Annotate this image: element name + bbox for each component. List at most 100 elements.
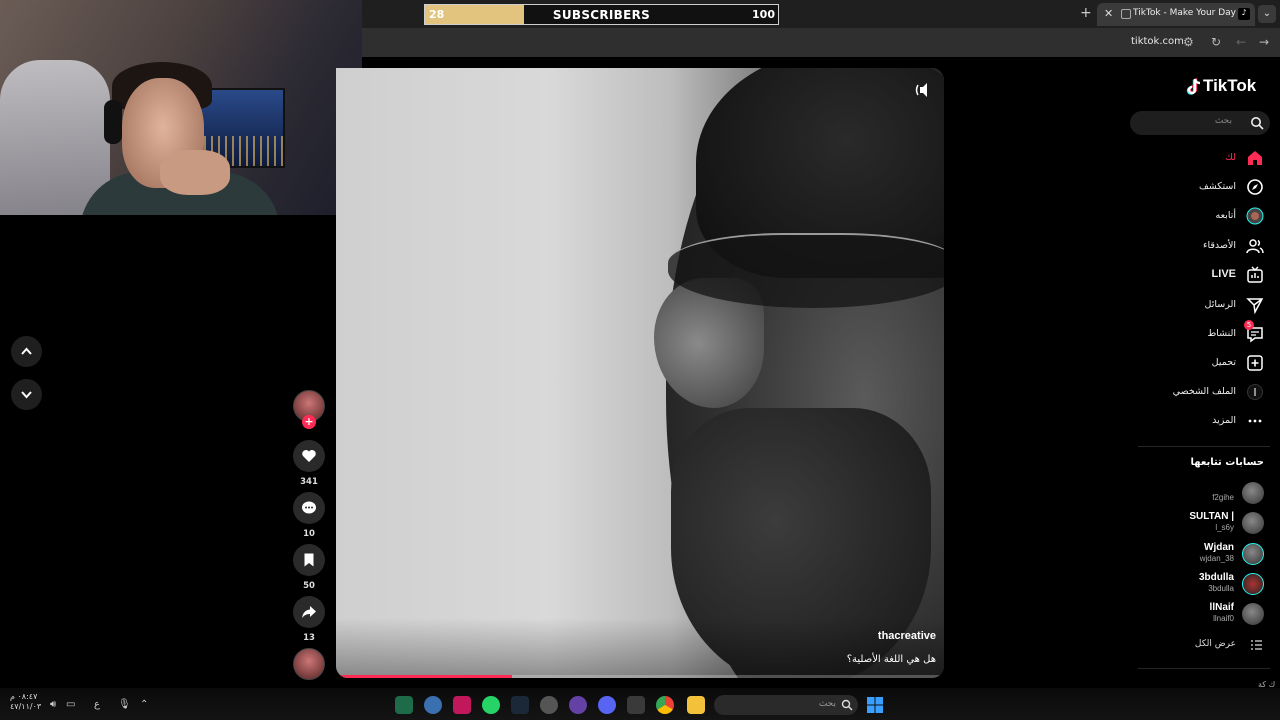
sidebar-item-more[interactable]: المزيد [1114,411,1264,433]
headset [104,100,122,144]
comment-action[interactable]: 10 [293,492,325,539]
reload-icon[interactable]: ↻ [1211,35,1221,49]
follow-button[interactable]: + [302,415,316,429]
profile-icon [1247,384,1263,400]
discord-icon[interactable] [598,696,616,714]
subscriber-goal-target: 100 [752,8,775,21]
microphone-icon[interactable]: 🎙︎ [118,699,131,710]
search-input[interactable]: بحث [1130,111,1270,135]
like-action[interactable]: 341 [293,440,325,487]
chevron-up-icon [21,347,32,355]
subscriber-goal-bar: 28 SUBSCRIBERS 100 [424,4,779,25]
volume-icon[interactable]: 🔊︎ [50,699,56,710]
sidebar-divider [1138,668,1270,669]
home-icon [1248,151,1262,165]
avatar [1242,573,1264,595]
compass-icon [1247,179,1263,195]
new-tab-button[interactable]: + [1080,5,1092,21]
following-account[interactable]: 3bdulla 3bdulla [1114,571,1264,597]
avatar [1242,482,1264,504]
following-account[interactable]: f2gihe [1114,480,1264,506]
video-player[interactable]: thacreative هل هي اللغة الأصلية؟ [336,68,944,678]
sidebar-item-following[interactable]: أتابعه [1114,206,1264,228]
tab-search-icon[interactable]: ⌄ [1258,5,1276,23]
sidebar-item-explore[interactable]: استكشف [1114,177,1264,199]
xbox-icon[interactable] [395,696,413,714]
sidebar-item-friends[interactable]: الأصدقاء [1114,236,1264,258]
tiktok-favicon-icon: ♪ [1238,8,1250,20]
tab-close-icon[interactable]: ✕ [1104,7,1113,20]
network-icon[interactable]: ▭ [66,699,75,710]
like-button[interactable] [293,440,325,472]
account-handle: 3bdulla [1208,584,1234,593]
following-account[interactable]: Wjdan wjdan_38 [1114,541,1264,567]
language-indicator[interactable]: ع [94,699,100,710]
video-author[interactable]: thacreative [878,630,936,642]
volume-icon[interactable] [914,82,934,98]
previous-video-button[interactable] [11,336,42,367]
tiktok-logo[interactable]: TikTok [1203,76,1256,96]
forward-icon[interactable]: ← [1236,35,1246,49]
share-action[interactable]: 13 [293,596,325,643]
video-subject-glasses [668,233,944,308]
comment-button[interactable] [293,492,325,524]
chevron-down-icon [21,391,32,399]
send-icon [1246,298,1264,314]
app-lambda-icon[interactable] [453,696,471,714]
video-progress-fill [336,675,513,678]
sidebar-item-for-you[interactable]: لك [1114,148,1264,170]
share-icon [302,606,316,618]
sidebar-item-live[interactable]: LIVE [1114,265,1264,287]
sidebar-item-profile[interactable]: الملف الشخصي [1114,382,1264,404]
account-name: llNaif [1209,602,1234,613]
bookmark-icon [304,553,314,567]
file-explorer-icon[interactable] [687,696,705,714]
app-isp-icon[interactable] [569,696,587,714]
avatar [1242,512,1264,534]
app-cube-icon[interactable] [540,696,558,714]
windows-start-icon[interactable] [866,696,884,714]
save-action[interactable]: 50 [293,544,325,591]
see-all-button[interactable]: عرض الكل [1114,638,1264,652]
sidebar-item-upload[interactable]: تحميل [1114,353,1264,375]
upload-icon [1247,355,1263,371]
following-account[interactable]: llNaif llnaif0 [1114,601,1264,627]
video-progress-bar[interactable] [336,675,944,678]
whatsapp-icon[interactable] [482,696,500,714]
comment-icon [302,501,316,514]
sidebar-item-messages[interactable]: الرسائل [1114,295,1264,317]
taskbar-search-input[interactable]: بحث [714,695,858,715]
account-handle: wjdan_38 [1199,554,1234,563]
site-settings-icon[interactable]: ⚙ [1183,35,1194,49]
steam-icon[interactable] [511,696,529,714]
account-handle: f2gihe [1212,493,1234,502]
store-icon[interactable] [627,696,645,714]
following-account[interactable]: SULTAN | l_s6y [1114,510,1264,536]
back-icon[interactable]: → [1259,35,1269,49]
search-icon [1251,117,1264,130]
browser-tab[interactable]: ✕ TikTok - Make Your Day ♪ [1097,3,1255,26]
account-name: SULTAN | [1189,511,1234,522]
tray-chevron-icon[interactable]: ⌃ [140,699,148,710]
sound-avatar[interactable] [293,648,325,680]
sidebar-item-activity[interactable]: النشاط 5 [1114,320,1264,346]
tab-title: TikTok - Make Your Day [1133,8,1237,18]
save-button[interactable] [293,544,325,576]
tab-favicon-icon [1121,9,1131,19]
settings-icon[interactable] [424,696,442,714]
tiktok-logo-icon [1186,78,1201,95]
streamer-hand [160,150,230,195]
heart-icon [302,450,316,462]
chrome-icon[interactable] [656,696,674,714]
url-text[interactable]: tiktok.com [1131,36,1184,47]
taskbar-clock[interactable]: ٠٨:٤٧ م ٤٧/١١/٠٣ [10,692,41,712]
account-name: 3bdulla [1198,572,1234,583]
sidebar-divider [1138,446,1270,447]
share-button[interactable] [293,596,325,628]
friends-icon [1246,239,1264,254]
creator-avatar[interactable]: + [293,390,325,429]
webcam-overlay [0,0,362,215]
notification-badge: 5 [1244,320,1254,330]
next-video-button[interactable] [11,379,42,410]
account-name: Wjdan [1204,542,1234,553]
